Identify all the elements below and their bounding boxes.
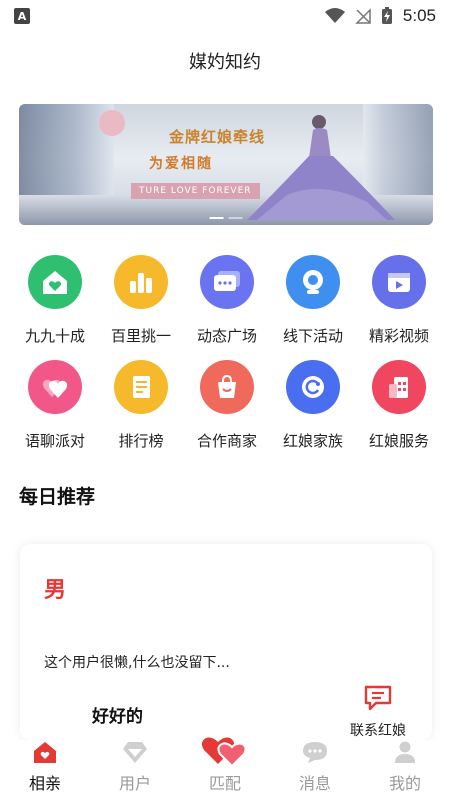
tab-yonghu[interactable]: 用户 (90, 740, 180, 800)
tab-xiangqin[interactable]: 相亲 (0, 740, 90, 800)
app-header: 媒妁知约 (0, 32, 450, 90)
feature-label: 九九十成 (24, 327, 85, 345)
diamond-icon (123, 742, 147, 763)
bride-figure (247, 115, 395, 220)
feature-label: 红娘服务 (368, 432, 429, 450)
chat-message-icon (364, 685, 392, 711)
feature-label: 百里挑一 (110, 327, 171, 345)
feature-label: 精彩视频 (368, 327, 429, 345)
chat-bubbles-icon (200, 255, 254, 309)
contact-label: 联系红娘 (350, 723, 406, 739)
banner-pager (209, 217, 243, 219)
webcam-icon (286, 255, 340, 309)
refresh-circle-icon (286, 360, 340, 414)
feature-label: 红娘家族 (282, 432, 343, 450)
recommendation-card[interactable]: 男 这个用户很懒,什么也没留下... 好好的 联系红娘 (20, 544, 432, 740)
feature-paihangbang[interactable]: 排行榜 (98, 360, 184, 451)
pager-dot (228, 217, 243, 219)
double-heart-icon (201, 737, 247, 768)
feature-yuliaopaidui[interactable]: 语聊派对 (12, 360, 98, 451)
home-icon (34, 742, 56, 763)
tab-wode[interactable]: 我的 (360, 740, 450, 800)
person-icon (395, 741, 415, 763)
tab-label: 用户 (118, 774, 151, 793)
bar-chart-icon (114, 255, 168, 309)
status-bar: A 5:05 (0, 0, 450, 32)
tab-label: 匹配 (208, 774, 241, 793)
wifi-icon (324, 8, 345, 23)
tab-label: 相亲 (28, 774, 61, 793)
banner-tagline: TURE LOVE FOREVER (131, 183, 260, 199)
promo-banner[interactable]: 金牌红娘牵线 为爱相随 TURE LOVE FOREVER (19, 104, 433, 225)
section-title-daily: 每日推荐 (19, 486, 96, 508)
list-doc-icon (114, 360, 168, 414)
video-play-icon (372, 255, 426, 309)
feature-jiujiushicheng[interactable]: 九九十成 (12, 255, 98, 346)
notification-a-icon: A (14, 8, 30, 24)
contact-matchmaker-button[interactable]: 联系红娘 (340, 684, 416, 740)
page-title: 媒妁知约 (189, 52, 261, 73)
no-signal-icon (355, 8, 371, 24)
feature-hongniangfuwu[interactable]: 红娘服务 (356, 360, 442, 451)
banner-subheadline: 为爱相随 (149, 156, 213, 172)
feature-dongtaiguangchang[interactable]: 动态广场 (184, 255, 270, 346)
bottom-tab-bar: 相亲 用户 匹配 消息 我的 (0, 737, 450, 800)
feature-label: 语聊派对 (24, 432, 85, 450)
feature-jingcaishipin[interactable]: 精彩视频 (356, 255, 442, 346)
pager-dot (209, 217, 224, 219)
hearts-icon (28, 360, 82, 414)
shopping-bag-icon (200, 360, 254, 414)
tab-xiaoxi[interactable]: 消息 (270, 740, 360, 800)
feature-grid: 九九十成 百里挑一 动态广场 线下活动 精彩视频 语聊派对 排行榜 合作商家 红… (12, 255, 442, 451)
banner-headline: 金牌红娘牵线 (169, 128, 266, 146)
message-icon (303, 742, 327, 763)
home-heart-icon (28, 255, 82, 309)
clock: 5:05 (402, 6, 436, 25)
battery-charging-icon (381, 7, 392, 24)
balloon-icon (99, 110, 125, 136)
feature-label: 合作商家 (196, 432, 257, 450)
feature-label: 排行榜 (118, 432, 164, 450)
feature-label: 动态广场 (196, 327, 257, 345)
tab-pipei[interactable]: 匹配 (180, 737, 270, 800)
gender-label: 男 (44, 578, 67, 603)
tab-label: 我的 (388, 774, 421, 793)
tab-label: 消息 (298, 774, 331, 793)
feature-label: 线下活动 (282, 327, 343, 345)
user-bio: 这个用户很懒,什么也没留下... (44, 655, 230, 671)
user-name: 好好的 (92, 707, 143, 727)
building-icon (372, 360, 426, 414)
feature-hezuoshangjia[interactable]: 合作商家 (184, 360, 270, 451)
feature-bailitiaoyi[interactable]: 百里挑一 (98, 255, 184, 346)
feature-hongniangjiazu[interactable]: 红娘家族 (270, 360, 356, 451)
feature-xianxiahuodong[interactable]: 线下活动 (270, 255, 356, 346)
